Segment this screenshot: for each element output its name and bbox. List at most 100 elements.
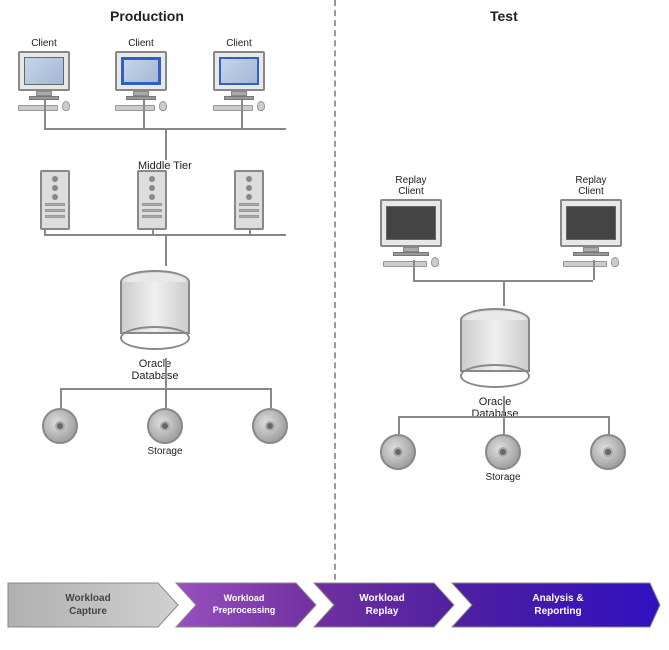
test-disk-1 bbox=[380, 434, 416, 470]
prod-disk-2: Storage bbox=[147, 408, 183, 457]
line-c2-down bbox=[143, 100, 145, 128]
client-1-monitor bbox=[18, 51, 70, 91]
server-1-dot1 bbox=[52, 176, 58, 182]
server-1-dot3 bbox=[52, 194, 58, 200]
server-3-dot1 bbox=[246, 176, 252, 182]
pipeline-svg: Workload Capture Workload Preprocessing … bbox=[0, 575, 669, 635]
test-header: Test bbox=[490, 8, 518, 24]
client-1-label: Client bbox=[31, 38, 57, 49]
client-3-mouse bbox=[257, 101, 265, 111]
replay-client-1-keyboard bbox=[383, 261, 427, 267]
test-disk-1-icon bbox=[380, 434, 416, 470]
test-storage-label: Storage bbox=[485, 472, 520, 483]
line-c3-down bbox=[241, 100, 243, 128]
server-3-slot3 bbox=[239, 215, 259, 218]
test-disk-2-icon bbox=[485, 434, 521, 470]
svg-text:Workload: Workload bbox=[224, 593, 265, 603]
client-2: Client bbox=[115, 38, 167, 111]
prod-storage-label: Storage bbox=[147, 446, 182, 457]
prod-disk-2-center bbox=[160, 421, 170, 431]
prod-disk-1 bbox=[42, 408, 78, 444]
server-2-tower bbox=[137, 170, 167, 230]
test-db-cylinder bbox=[460, 308, 530, 378]
server-3-dot2 bbox=[246, 185, 252, 191]
svg-text:Replay: Replay bbox=[366, 606, 399, 617]
replay-client-2-base bbox=[573, 252, 609, 256]
server-3-tower bbox=[234, 170, 264, 230]
prod-db-label: OracleDatabase bbox=[131, 358, 178, 382]
server-3-slot1 bbox=[239, 203, 259, 206]
test-database: OracleDatabase bbox=[460, 308, 530, 420]
server-1-slot3 bbox=[45, 215, 65, 218]
server-2-slot2 bbox=[142, 209, 162, 212]
server-2 bbox=[137, 170, 167, 230]
line-prod-disk2-v bbox=[165, 388, 167, 408]
line-prod-db-to-storage bbox=[165, 358, 167, 388]
replay-client-2: ReplayClient bbox=[560, 175, 622, 267]
prod-disk-3-icon bbox=[252, 408, 288, 444]
test-disk-2: Storage bbox=[485, 434, 521, 483]
svg-text:Reporting: Reporting bbox=[534, 606, 581, 617]
server-1-slot1 bbox=[45, 203, 65, 206]
replay-client-2-mouse bbox=[611, 257, 619, 267]
client-3-base bbox=[224, 96, 254, 100]
test-disk-3 bbox=[590, 434, 626, 470]
server-2-dot3 bbox=[149, 194, 155, 200]
line-servers-to-db bbox=[165, 234, 167, 266]
client-1-keyboard bbox=[18, 105, 58, 111]
replay-client-2-keyboard bbox=[563, 261, 607, 267]
client-2-monitor bbox=[115, 51, 167, 91]
replay-client-1-label: ReplayClient bbox=[395, 175, 426, 197]
line-s3-down bbox=[249, 230, 251, 234]
replay-client-1-mouse bbox=[431, 257, 439, 267]
server-1-dot2 bbox=[52, 185, 58, 191]
client-3-label: Client bbox=[226, 38, 252, 49]
prod-disk-3 bbox=[252, 408, 288, 444]
server-1-tower bbox=[40, 170, 70, 230]
svg-text:Workload: Workload bbox=[359, 593, 404, 604]
replay-client-2-screen bbox=[566, 206, 616, 240]
line-client-h bbox=[44, 128, 286, 130]
server-2-dot2 bbox=[149, 185, 155, 191]
test-disk-1-center bbox=[393, 447, 403, 457]
svg-text:Workload: Workload bbox=[65, 593, 110, 604]
section-divider bbox=[334, 0, 336, 610]
line-rc2-down bbox=[593, 260, 595, 280]
test-disk-3-icon bbox=[590, 434, 626, 470]
client-2-base bbox=[126, 96, 156, 100]
server-3-slot2 bbox=[239, 209, 259, 212]
line-s2-down bbox=[152, 230, 154, 234]
prod-database: OracleDatabase bbox=[120, 270, 190, 382]
line-c1-down bbox=[44, 100, 46, 128]
line-test-disk3-v bbox=[608, 416, 610, 434]
prod-db-cylinder bbox=[120, 270, 190, 340]
test-disk-3-center bbox=[603, 447, 613, 457]
line-prod-disk1-v bbox=[60, 388, 62, 408]
line-clients-to-tier bbox=[165, 128, 167, 160]
server-2-dot1 bbox=[149, 176, 155, 182]
server-2-slot1 bbox=[142, 203, 162, 206]
line-rc1-down bbox=[413, 260, 415, 280]
prod-db-bottom bbox=[120, 326, 190, 350]
svg-text:Preprocessing: Preprocessing bbox=[213, 605, 276, 615]
line-rc-to-db bbox=[503, 280, 505, 306]
replay-client-2-label: ReplayClient bbox=[575, 175, 606, 197]
line-test-disk1-v bbox=[398, 416, 400, 434]
server-3 bbox=[234, 170, 264, 230]
production-header: Production bbox=[110, 8, 184, 24]
prod-disk-1-icon bbox=[42, 408, 78, 444]
replay-client-1-monitor bbox=[380, 199, 442, 247]
replay-client-2-monitor bbox=[560, 199, 622, 247]
line-test-db-to-storage bbox=[503, 396, 505, 416]
client-1-mouse bbox=[62, 101, 70, 111]
diagram: Production Test Client Client bbox=[0, 0, 669, 650]
client-3-keyboard bbox=[213, 105, 253, 111]
replay-client-1-base bbox=[393, 252, 429, 256]
prod-disk-2-icon bbox=[147, 408, 183, 444]
svg-text:Capture: Capture bbox=[69, 606, 107, 617]
client-3-monitor bbox=[213, 51, 265, 91]
prod-disk-3-center bbox=[265, 421, 275, 431]
client-2-mouse bbox=[159, 101, 167, 111]
line-test-disk2-v bbox=[503, 416, 505, 434]
replay-client-1-screen bbox=[386, 206, 436, 240]
